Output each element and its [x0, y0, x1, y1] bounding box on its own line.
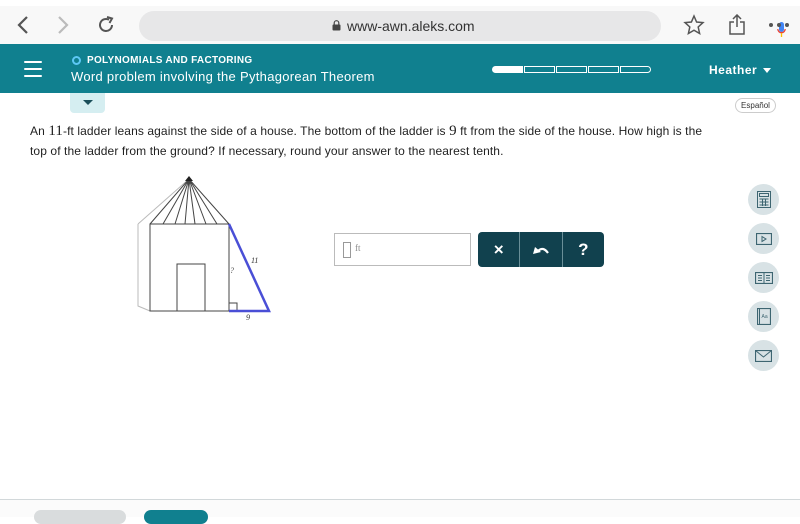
lock-icon [332, 20, 341, 31]
share-icon[interactable] [724, 12, 750, 38]
undo-icon [532, 246, 549, 254]
ebook-icon [754, 271, 773, 284]
browser-toolbar: www-awn.aleks.com [0, 6, 800, 44]
more-icon[interactable] [766, 12, 792, 38]
user-menu[interactable]: Heather [709, 63, 772, 77]
calculator-icon [756, 191, 771, 208]
progress-segment [620, 66, 651, 73]
reload-icon[interactable] [93, 12, 119, 38]
topic-label: POLYNOMIALS AND FACTORING [72, 55, 252, 66]
caret-down-icon [83, 100, 93, 105]
forward-icon[interactable] [50, 12, 76, 38]
ebook-button[interactable] [748, 262, 779, 293]
answer-input[interactable]: ft [334, 233, 471, 266]
answer-toolbar: × ? [478, 232, 604, 267]
input-cursor [343, 242, 351, 258]
message-button[interactable] [748, 340, 779, 371]
progress-segment [524, 66, 555, 73]
url-text: www-awn.aleks.com [347, 18, 475, 34]
footer-primary-button[interactable] [144, 510, 208, 524]
dictionary-button[interactable]: Aa [748, 301, 779, 332]
topic-text: POLYNOMIALS AND FACTORING [87, 55, 253, 66]
app-header: POLYNOMIALS AND FACTORING Word problem i… [0, 44, 800, 93]
footer-secondary-button[interactable] [34, 510, 126, 524]
progress-segment [588, 66, 619, 73]
question-text: An 11-ft ladder leans against the side o… [30, 121, 720, 161]
progress-bar [492, 66, 652, 73]
clear-button[interactable]: × [478, 232, 521, 267]
expand-topic-button[interactable] [70, 93, 105, 113]
chevron-down-icon [763, 67, 772, 73]
ladder-length: 11 [48, 123, 63, 139]
svg-text:Aa: Aa [761, 314, 767, 320]
close-icon: × [493, 239, 504, 259]
ladder-distance: 9 [449, 123, 457, 139]
question-part: An [30, 124, 49, 138]
help-icon: ? [578, 239, 589, 259]
dictionary-icon: Aa [756, 308, 771, 325]
language-button[interactable]: Español [735, 98, 776, 113]
user-name: Heather [709, 63, 758, 77]
tools-sidebar: Aa [748, 184, 779, 379]
menu-icon[interactable] [24, 61, 42, 82]
hypotenuse-label: 11 [251, 256, 258, 265]
house-ladder-figure: 11 9 ? [137, 176, 271, 322]
progress-segment [556, 66, 587, 73]
bookmark-star-icon[interactable] [681, 12, 707, 38]
url-bar[interactable]: www-awn.aleks.com [139, 11, 786, 41]
video-icon [755, 232, 772, 245]
progress-segment [492, 66, 523, 73]
page-title: Word problem involving the Pythagorean T… [71, 69, 375, 84]
base-label: 9 [246, 313, 250, 322]
undo-button[interactable] [520, 232, 563, 267]
answer-unit: ft [355, 243, 361, 253]
question-part: -ft ladder leans against the side of a h… [62, 124, 450, 138]
calculator-button[interactable] [748, 184, 779, 215]
back-icon[interactable] [10, 12, 36, 38]
message-icon [755, 349, 772, 362]
height-label: ? [230, 266, 234, 275]
video-button[interactable] [748, 223, 779, 254]
topic-status-icon [72, 56, 81, 65]
ladder-triangle [227, 223, 271, 313]
help-button[interactable]: ? [563, 232, 604, 267]
